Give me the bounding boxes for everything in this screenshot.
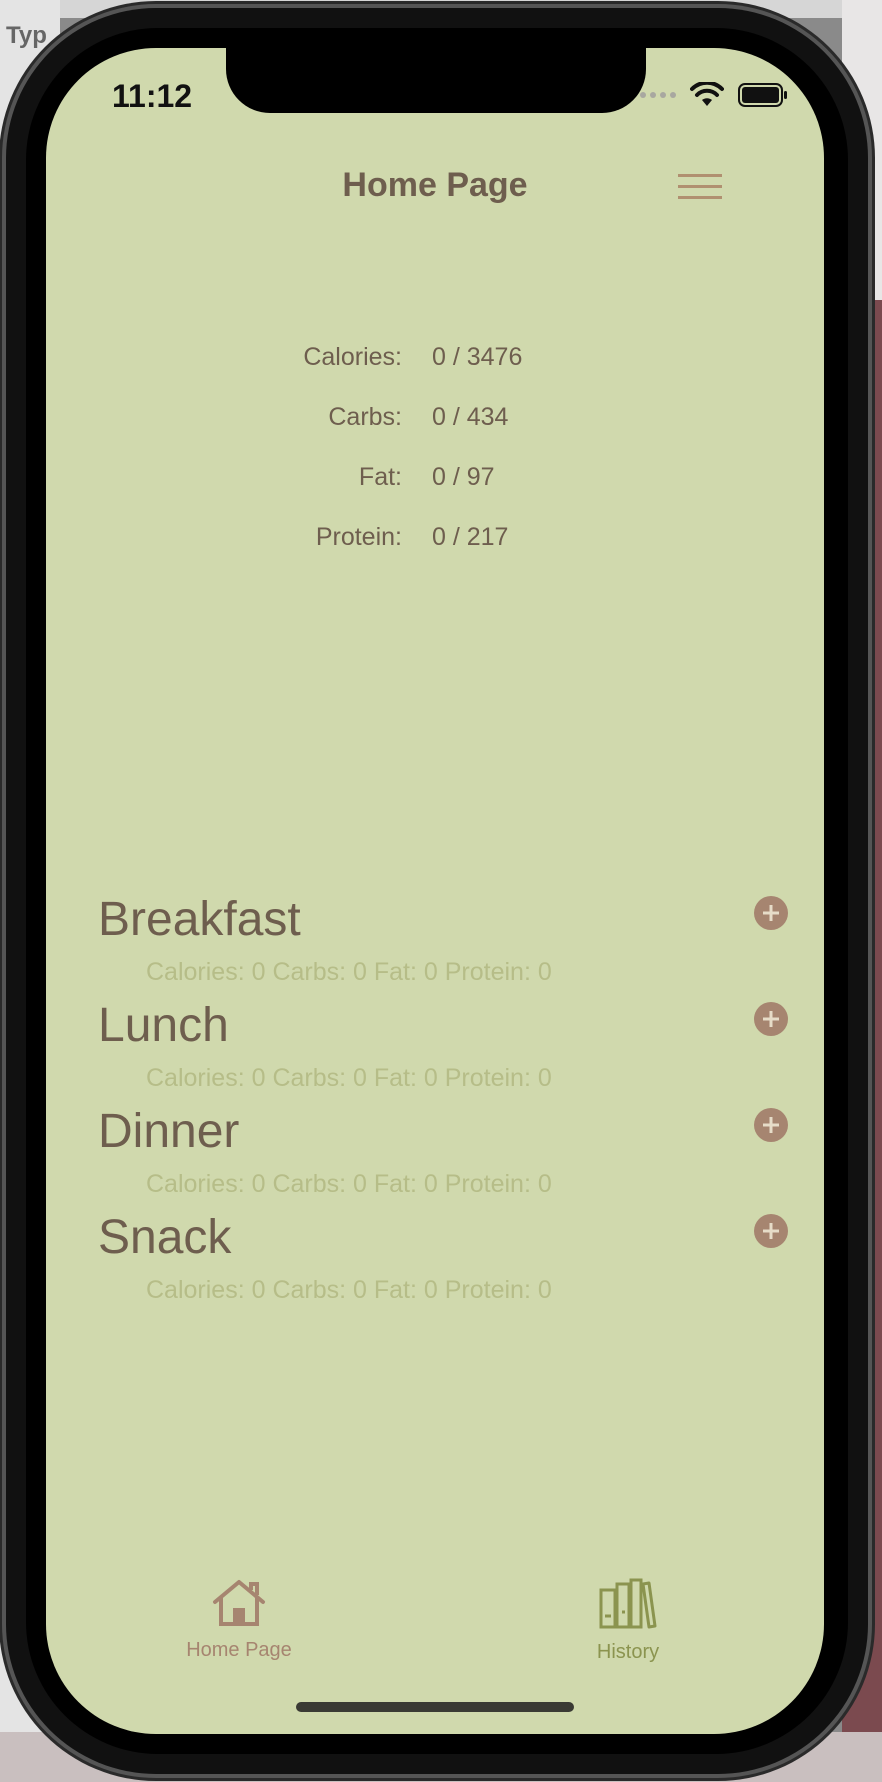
meal-stats: Calories: 0 Carbs: 0 Fat: 0 Protein: 0 [146, 1170, 552, 1198]
macro-row-fat: Fat: 0 / 97 [46, 463, 824, 503]
cellular-signal-icon [640, 92, 676, 98]
macro-value: 0 / 97 [432, 463, 495, 491]
add-snack-button[interactable] [754, 1214, 788, 1248]
hamburger-menu-icon[interactable] [678, 174, 722, 200]
device-notch [226, 48, 646, 113]
meal-section-lunch: Lunch Calories: 0 Carbs: 0 Fat: 0 Protei… [98, 998, 788, 1104]
tab-history[interactable]: History [548, 1578, 708, 1664]
tab-history-label: History [596, 1641, 660, 1663]
meal-section-snack: Snack Calories: 0 Carbs: 0 Fat: 0 Protei… [98, 1210, 788, 1316]
house-icon [213, 1580, 265, 1626]
meal-stats: Calories: 0 Carbs: 0 Fat: 0 Protein: 0 [146, 1276, 552, 1304]
macro-label: Fat: [358, 463, 402, 491]
macro-value: 0 / 3476 [432, 343, 523, 371]
macro-label: Protein: [315, 523, 402, 551]
meal-section-breakfast: Breakfast Calories: 0 Carbs: 0 Fat: 0 Pr… [98, 892, 788, 998]
add-lunch-button[interactable] [754, 1002, 788, 1036]
macro-label: Carbs: [328, 403, 402, 431]
battery-icon [738, 83, 787, 107]
meal-title: Breakfast [98, 893, 301, 946]
status-time: 11:12 [112, 78, 193, 114]
meal-title: Dinner [98, 1105, 240, 1158]
wifi-icon [690, 82, 724, 106]
macro-row-calories: Calories: 0 / 3476 [46, 343, 824, 383]
meal-section-dinner: Dinner Calories: 0 Carbs: 0 Fat: 0 Prote… [98, 1104, 788, 1210]
background-text: Typ [6, 22, 47, 49]
macro-value: 0 / 434 [432, 403, 509, 431]
add-breakfast-button[interactable] [754, 896, 788, 930]
macro-row-protein: Protein: 0 / 217 [46, 523, 824, 563]
status-icons [640, 82, 788, 108]
meal-stats: Calories: 0 Carbs: 0 Fat: 0 Protein: 0 [146, 958, 552, 986]
macro-value: 0 / 217 [432, 523, 509, 551]
macro-label: Calories: [303, 343, 402, 371]
home-indicator[interactable] [296, 1702, 574, 1712]
meal-title: Lunch [98, 999, 229, 1052]
app-screen: 11:12 Home Page Calories: 0 / 3476 Carbs… [46, 48, 824, 1734]
tab-home-label: Home Page [186, 1639, 292, 1661]
tab-home[interactable]: Home Page [159, 1578, 319, 1662]
add-dinner-button[interactable] [754, 1108, 788, 1142]
macro-row-carbs: Carbs: 0 / 434 [46, 403, 824, 443]
meal-stats: Calories: 0 Carbs: 0 Fat: 0 Protein: 0 [146, 1064, 552, 1092]
meal-title: Snack [98, 1211, 232, 1264]
books-icon [599, 1578, 657, 1629]
